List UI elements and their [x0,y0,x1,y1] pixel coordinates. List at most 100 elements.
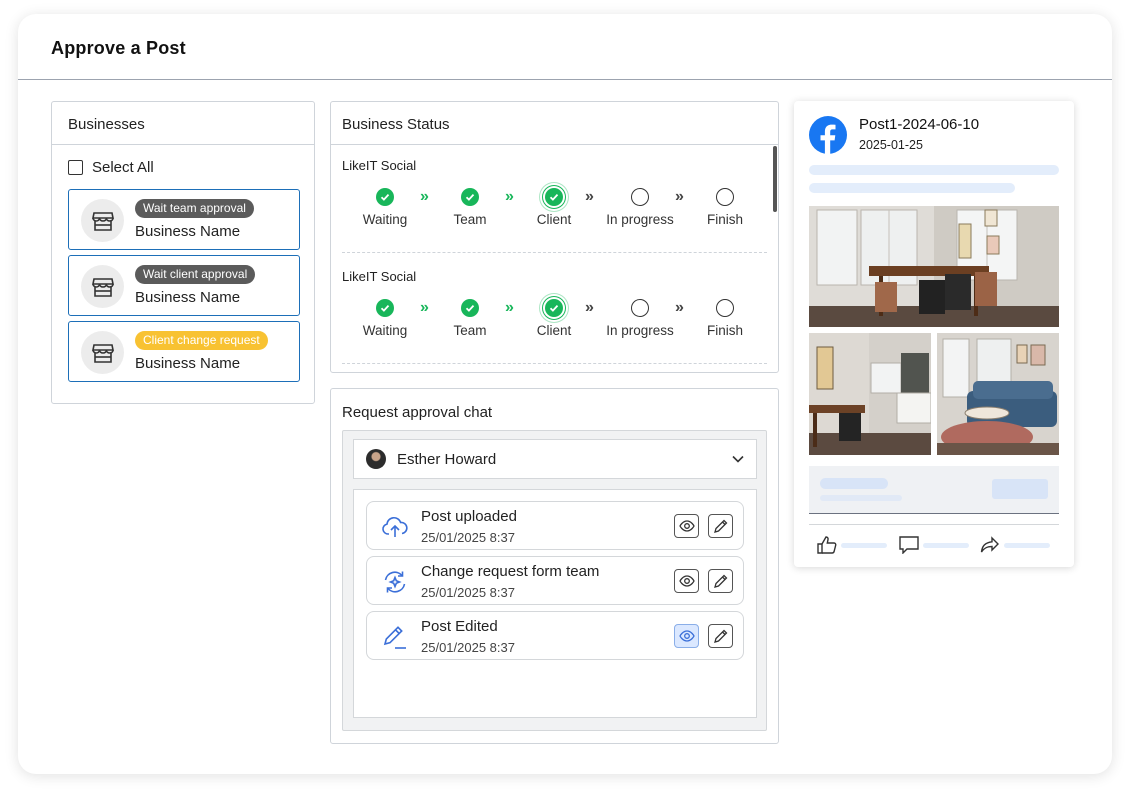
like-icon[interactable] [817,536,837,559]
comment-icon[interactable] [899,536,919,559]
circle-icon [631,299,649,317]
step-in-progress: In progress [595,188,685,227]
text-placeholder [820,495,902,501]
circle-icon [716,299,734,317]
circle-icon [716,188,734,206]
post-title: Post1-2024-06-10 [859,116,980,133]
step-label: Team [453,212,487,227]
business-status-title: Business Status [342,116,450,133]
message-list: Post uploaded 25/01/2025 8:37 Change req… [353,489,757,718]
edit-button[interactable] [708,624,733,648]
select-all-label: Select All [92,159,154,176]
eye-icon [678,630,695,642]
businesses-panel: Businesses Select All Wait team approval… [51,101,315,404]
text-placeholder [809,165,1059,175]
text-placeholder [809,183,1015,193]
divider [342,252,767,253]
post-image [937,333,1059,455]
chat-container: Esther Howard Post uploaded 25/01/2025 8… [342,430,767,731]
step-waiting: Waiting [340,299,430,338]
chevron-right-icon: » [585,299,594,316]
step-in-progress: In progress [595,299,685,338]
view-button[interactable] [674,514,699,538]
message-time: 25/01/2025 8:37 [421,640,515,655]
post-image [809,206,1059,327]
store-icon [81,265,124,308]
businesses-title: Businesses [68,116,145,133]
select-all[interactable]: Select All [68,159,154,176]
check-icon [376,299,394,317]
status-scrollbar[interactable] [773,146,777,212]
approve-post-card: Approve a Post Businesses Select All Wai… [18,14,1112,774]
message-title: Change request form team [421,563,600,580]
edit-button[interactable] [708,569,733,593]
status-business-name: LikeIT Social [342,158,417,173]
step-finish: Finish [680,299,770,338]
edit-button[interactable] [708,514,733,538]
facebook-icon [809,116,847,154]
chevron-down-icon[interactable] [732,455,744,463]
view-button[interactable] [674,624,699,648]
share-icon[interactable] [980,536,1000,559]
post-date: 2025-01-25 [859,138,923,152]
step-label: Team [453,323,487,338]
step-team: Team [425,188,515,227]
message-title: Post uploaded [421,508,517,525]
business-name: Business Name [135,223,241,240]
business-item[interactable]: Client change request Business Name [68,321,300,382]
check-icon [461,299,479,317]
step-waiting: Waiting [340,188,430,227]
eye-icon [678,575,695,587]
cloud-upload-icon [382,516,408,537]
status-badge: Wait client approval [135,265,256,284]
avatar [366,449,386,469]
status-row: LikeIT Social Waiting » Team » Client » … [342,158,767,258]
refresh-sparkle-icon [384,571,406,593]
post-preview: Post1-2024-06-10 2025-01-25 [794,101,1074,567]
circle-icon [631,188,649,206]
message-item[interactable]: Post uploaded 25/01/2025 8:37 [366,501,744,550]
message-time: 25/01/2025 8:37 [421,585,515,600]
businesses-header: Businesses [52,102,314,145]
business-item[interactable]: Wait team approval Business Name [68,189,300,250]
status-business-name: LikeIT Social [342,269,417,284]
pencil-icon [714,519,728,533]
step-label: Waiting [362,323,408,338]
text-placeholder [1004,543,1050,548]
business-status-panel: Business Status LikeIT Social Waiting » … [330,101,779,373]
step-label: Client [536,212,572,227]
pencil-icon [714,629,728,643]
check-icon [461,188,479,206]
view-button[interactable] [674,569,699,593]
check-icon [545,299,563,317]
step-label: Waiting [362,212,408,227]
step-team: Team [425,299,515,338]
link-preview-placeholder [809,466,1059,514]
step-label: Finish [706,323,743,338]
check-icon [545,188,563,206]
store-icon [81,199,124,242]
person-selector[interactable]: Esther Howard [353,439,757,479]
message-time: 25/01/2025 8:37 [421,530,515,545]
business-status-header: Business Status [331,102,778,145]
message-item[interactable]: Post Edited 25/01/2025 8:37 [366,611,744,660]
chat-title: Request approval chat [342,404,493,421]
text-placeholder [820,478,888,489]
person-name: Esther Howard [397,450,497,468]
store-icon [81,331,124,374]
button-placeholder [992,479,1048,499]
status-row: LikeIT Social Waiting » Team » Client » … [342,269,767,369]
message-item[interactable]: Change request form team 25/01/2025 8:37 [366,556,744,605]
select-all-checkbox[interactable] [68,160,83,175]
pen-edit-icon [383,626,406,649]
business-name: Business Name [135,289,241,306]
text-placeholder [923,543,969,548]
business-item[interactable]: Wait client approval Business Name [68,255,300,316]
post-image [809,333,931,455]
step-label: In progress [606,212,674,227]
step-label: In progress [606,323,674,338]
text-placeholder [841,543,887,548]
message-title: Post Edited [421,618,498,635]
step-label: Client [536,323,572,338]
card-header: Approve a Post [18,14,1112,80]
